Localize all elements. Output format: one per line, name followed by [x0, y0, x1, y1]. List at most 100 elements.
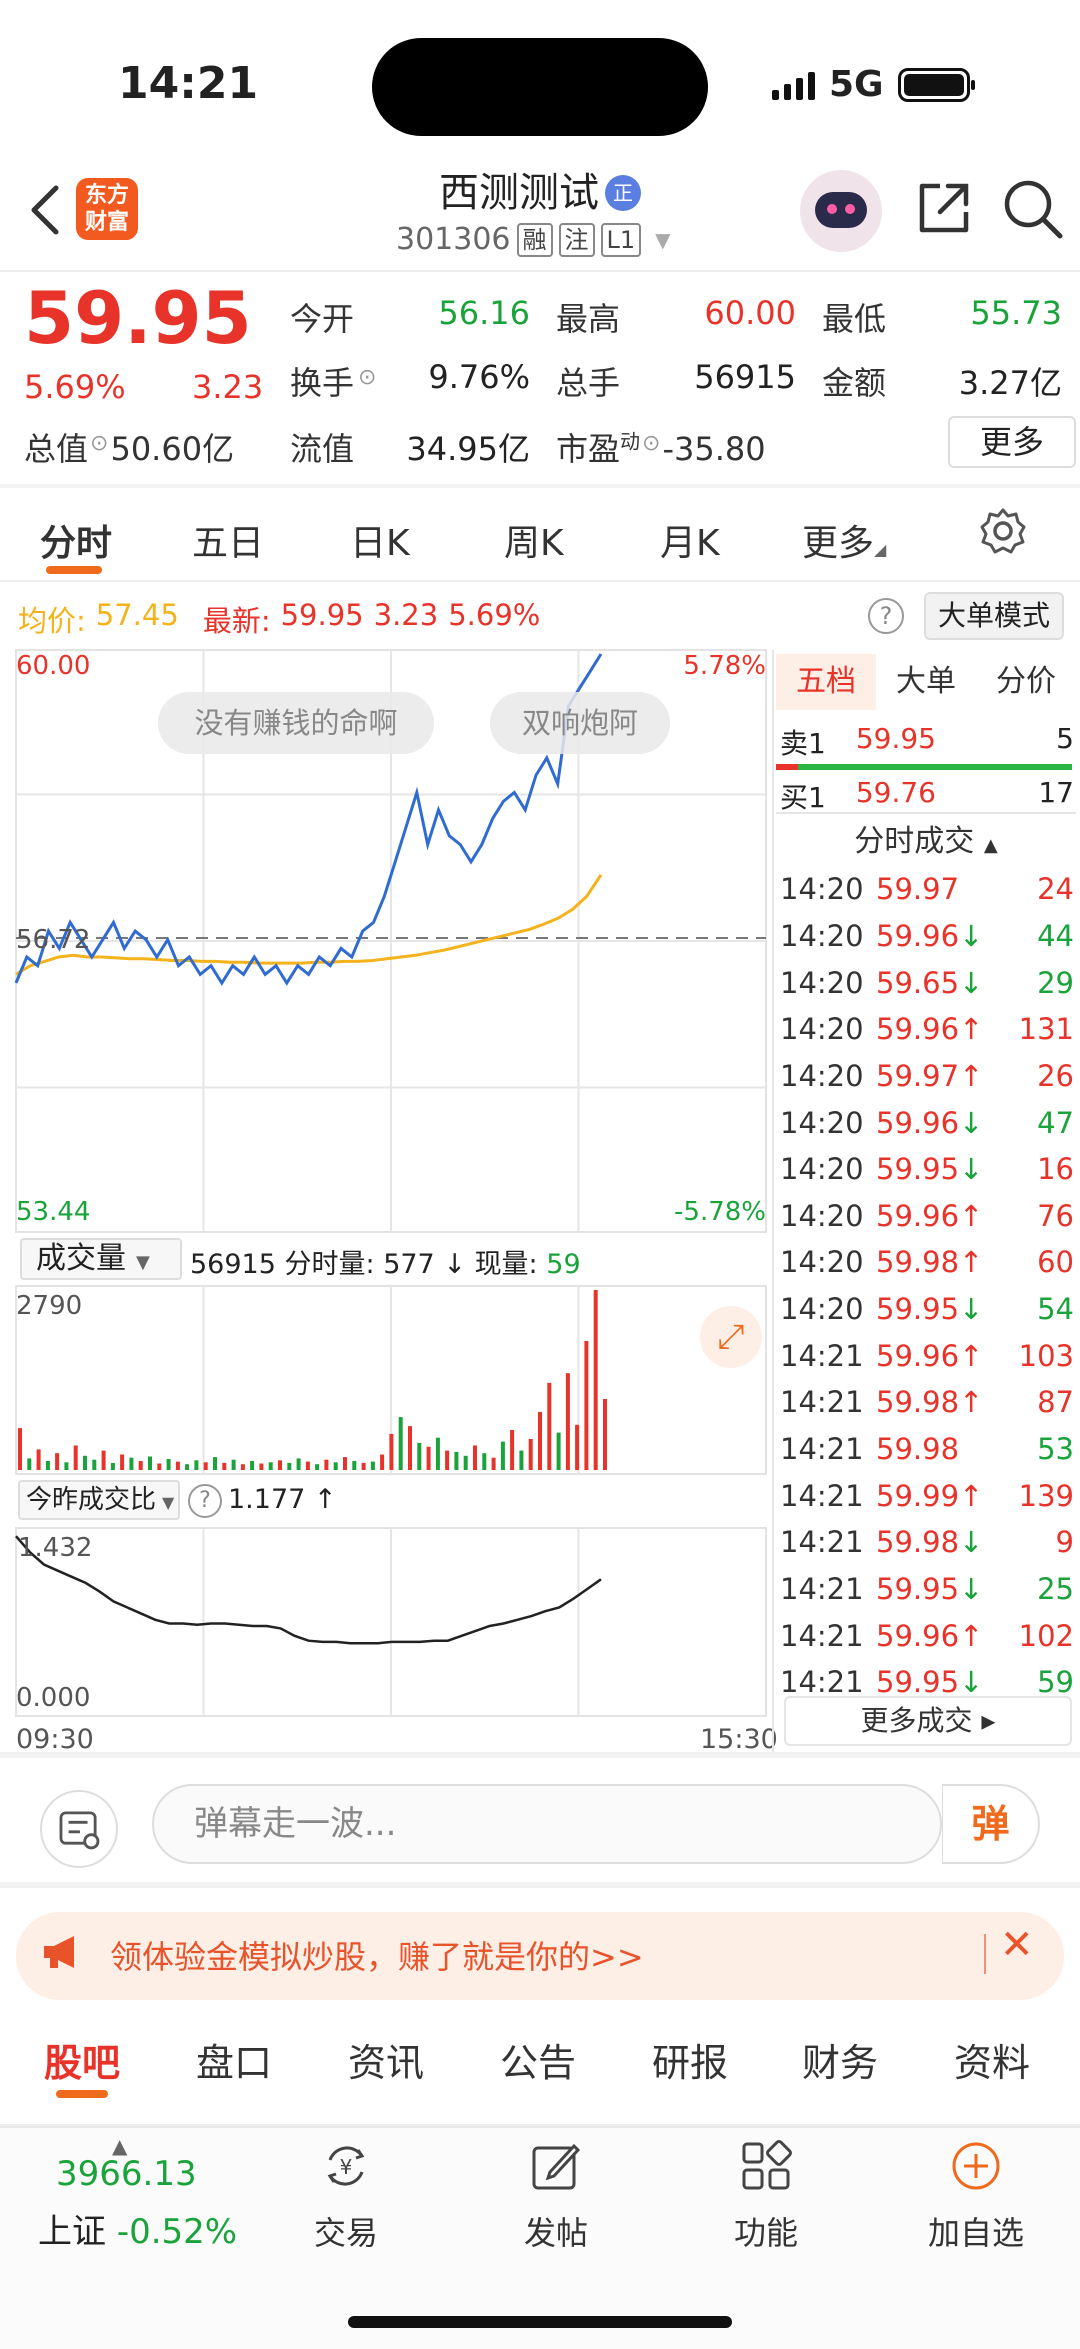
volume-bar: [584, 1341, 589, 1470]
tag-level: L1: [600, 222, 642, 257]
svg-text:¥: ¥: [340, 2155, 353, 2179]
tab-price-distribution[interactable]: 分价: [976, 654, 1076, 710]
promo-text[interactable]: 领体验金模拟炒股，赚了就是你的>>: [110, 1932, 644, 1978]
nav-add-watchlist[interactable]: 加自选: [896, 2138, 1056, 2254]
danmaku-bubble-2[interactable]: 双响炮阿: [490, 692, 670, 754]
volume-label: 总手: [556, 364, 621, 402]
volume-chart[interactable]: 2790: [0, 1284, 772, 1476]
tick-row: 14:20 59.65↓ 29: [780, 965, 1074, 1000]
volume-bar: [92, 1459, 97, 1470]
assistant-robot-icon[interactable]: [800, 170, 882, 252]
volume-bar: [473, 1445, 477, 1470]
share-icon[interactable]: [914, 178, 974, 238]
volume-bar: [101, 1450, 106, 1470]
tab-orderbook[interactable]: 盘口: [196, 2032, 272, 2087]
change-percent: 5.69%: [24, 368, 126, 406]
volume-bar: [296, 1458, 301, 1470]
help-icon[interactable]: ?: [188, 1484, 222, 1518]
tab-five-levels[interactable]: 五档: [776, 654, 876, 710]
ratio-min-label: 0.000: [16, 1683, 90, 1713]
promo-divider: [984, 1934, 986, 1974]
expand-icon[interactable]: ⤢: [700, 1306, 762, 1368]
index-ticker[interactable]: 上证 -0.52%: [38, 2204, 237, 2253]
close-icon[interactable]: ✕: [1000, 1922, 1034, 1968]
gear-icon[interactable]: [978, 506, 1028, 556]
volume-bar: [538, 1411, 542, 1470]
tab-monthly-k[interactable]: 月K: [660, 514, 720, 566]
big-order-mode-button[interactable]: 大单模式: [924, 592, 1064, 640]
tab-more[interactable]: 更多◢: [802, 514, 886, 566]
volume-bar: [370, 1461, 375, 1470]
tab-news[interactable]: 资讯: [348, 2032, 424, 2087]
more-ticks-button[interactable]: 更多成交 ▸: [784, 1696, 1072, 1746]
danmaku-bubble-1[interactable]: 没有赚钱的命啊: [158, 692, 434, 754]
tab-big-orders[interactable]: 大单: [876, 654, 976, 710]
tick-row: 14:20 59.96↑ 131: [780, 1012, 1074, 1047]
index-value[interactable]: 3966.13: [56, 2154, 197, 2194]
volume-bar: [268, 1462, 273, 1470]
certified-badge-icon: 正: [605, 175, 641, 211]
nav-trade[interactable]: ¥ 交易: [266, 2138, 426, 2254]
volume-bar: [83, 1455, 87, 1470]
tab-five-day[interactable]: 五日: [192, 514, 264, 566]
volume-bar: [593, 1290, 598, 1470]
volume-bar: [547, 1382, 552, 1470]
nav-functions[interactable]: 功能: [686, 2138, 846, 2254]
volume-ratio-chart[interactable]: 1.432 0.000: [0, 1526, 772, 1718]
ticks-header[interactable]: 分时成交 ▲: [776, 816, 1076, 860]
info-icon[interactable]: ⊙: [642, 431, 660, 456]
volume-bar: [324, 1459, 329, 1470]
stock-code-row[interactable]: 301306 融 注 L1 ▼: [396, 222, 671, 257]
dropdown-caret-icon[interactable]: ▼: [655, 228, 670, 252]
price-chart[interactable]: 60.00 53.44 56.72 5.78% -5.78% 没有赚钱的命啊 双…: [0, 648, 772, 1234]
pct-max-label: 5.78%: [683, 651, 766, 681]
help-icon[interactable]: ?: [868, 598, 904, 634]
volume-bar: [55, 1453, 60, 1470]
tick-row: 14:21 59.98↓ 9: [780, 1525, 1074, 1560]
nav-post[interactable]: 发帖: [476, 2138, 636, 2254]
ratio-indicator-select[interactable]: 今昨成交比 ▼: [18, 1480, 180, 1520]
tab-financials[interactable]: 财务: [802, 2032, 878, 2087]
more-quote-button[interactable]: 更多: [948, 416, 1076, 468]
volume-bar: [556, 1432, 561, 1470]
section-divider: [0, 1752, 1080, 1758]
y-min-label: 53.44: [16, 1197, 90, 1227]
tab-research[interactable]: 研报: [652, 2032, 728, 2087]
bid-ask-ratio-bar: [776, 764, 1072, 770]
volume-bar: [27, 1458, 32, 1470]
home-indicator: [348, 2316, 732, 2328]
tab-forum[interactable]: 股吧: [44, 2032, 120, 2087]
volume-bar: [361, 1462, 366, 1470]
grid-apps-icon: [742, 2140, 792, 2190]
volume-bar: [213, 1457, 217, 1470]
danmaku-send-button[interactable]: 弹: [942, 1784, 1040, 1864]
danmaku-input[interactable]: 弹幕走一波...: [152, 1784, 942, 1864]
danmaku-settings-icon[interactable]: [40, 1790, 118, 1868]
volume-max-label: 2790: [16, 1291, 82, 1321]
volume-bar: [445, 1450, 450, 1470]
volume-bar: [417, 1442, 422, 1470]
tab-profile[interactable]: 资料: [954, 2032, 1030, 2087]
volume-bar: [380, 1454, 385, 1470]
amount-value: 3.27亿: [958, 364, 1062, 402]
tabs-divider: [0, 580, 1080, 582]
volume-indicator-select[interactable]: 成交量 ▼: [20, 1238, 182, 1280]
info-icon[interactable]: ⊙: [358, 365, 376, 390]
search-icon[interactable]: [1000, 176, 1066, 242]
tab-announcements[interactable]: 公告: [500, 2032, 576, 2087]
sell-1-row: 卖1 59.95 5: [780, 722, 1074, 760]
volume-bar: [194, 1460, 199, 1470]
volume-bar: [148, 1456, 152, 1470]
tick-row: 14:20 59.97 24: [780, 872, 1074, 907]
info-icon[interactable]: ⊙: [90, 431, 108, 456]
tab-intraday[interactable]: 分时: [40, 514, 112, 566]
volume-bar: [565, 1373, 570, 1470]
volume-bar: [166, 1459, 171, 1470]
buy-1-row: 买1 59.76 17: [780, 776, 1074, 814]
tab-daily-k[interactable]: 日K: [350, 514, 410, 566]
edit-icon: [532, 2143, 581, 2190]
dynamic-island: [372, 38, 708, 136]
latest-price: 59.95: [280, 598, 364, 632]
tab-weekly-k[interactable]: 周K: [504, 514, 564, 566]
volume-bar: [64, 1462, 69, 1470]
